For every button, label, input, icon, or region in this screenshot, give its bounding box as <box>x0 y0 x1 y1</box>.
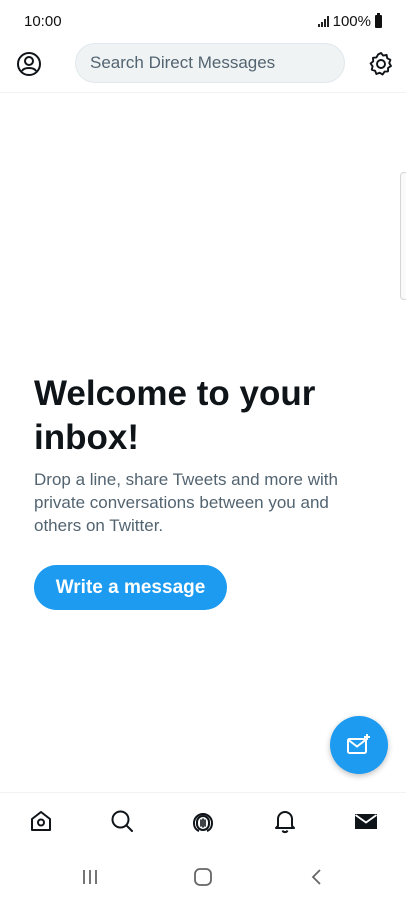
bottom-tab-bar <box>0 792 406 850</box>
app-header: Search Direct Messages <box>0 40 406 93</box>
battery-percent: 100% <box>332 13 371 30</box>
write-message-button[interactable]: Write a message <box>34 565 227 610</box>
gear-icon[interactable] <box>367 50 395 78</box>
spaces-icon[interactable] <box>189 807 217 835</box>
welcome-title: Welcome to your inbox! <box>34 374 316 457</box>
home-icon[interactable] <box>27 807 55 835</box>
status-time: 10:00 <box>24 13 62 30</box>
edge-panel-handle[interactable] <box>400 172 406 300</box>
new-message-fab[interactable] <box>330 716 388 774</box>
battery-icon <box>375 13 382 28</box>
status-bar: 10:00 100% <box>0 0 406 40</box>
new-message-icon <box>347 734 370 754</box>
signal-icon <box>317 16 329 27</box>
bell-icon[interactable] <box>271 807 299 835</box>
status-indicators: 100% <box>317 13 382 30</box>
mail-icon[interactable] <box>352 807 380 835</box>
recents-icon[interactable] <box>78 867 102 887</box>
search-icon[interactable] <box>108 807 136 835</box>
back-icon[interactable] <box>305 867 329 887</box>
welcome-description: Drop a line, share Tweets and more with … <box>34 470 338 535</box>
search-input[interactable]: Search Direct Messages <box>75 43 345 83</box>
empty-inbox-message: Welcome to your inbox! Drop a line, shar… <box>34 372 374 537</box>
system-navigation-bar <box>0 850 406 902</box>
search-placeholder: Search Direct Messages <box>90 53 276 72</box>
home-circle-icon[interactable] <box>191 867 215 887</box>
profile-icon[interactable] <box>15 50 43 78</box>
